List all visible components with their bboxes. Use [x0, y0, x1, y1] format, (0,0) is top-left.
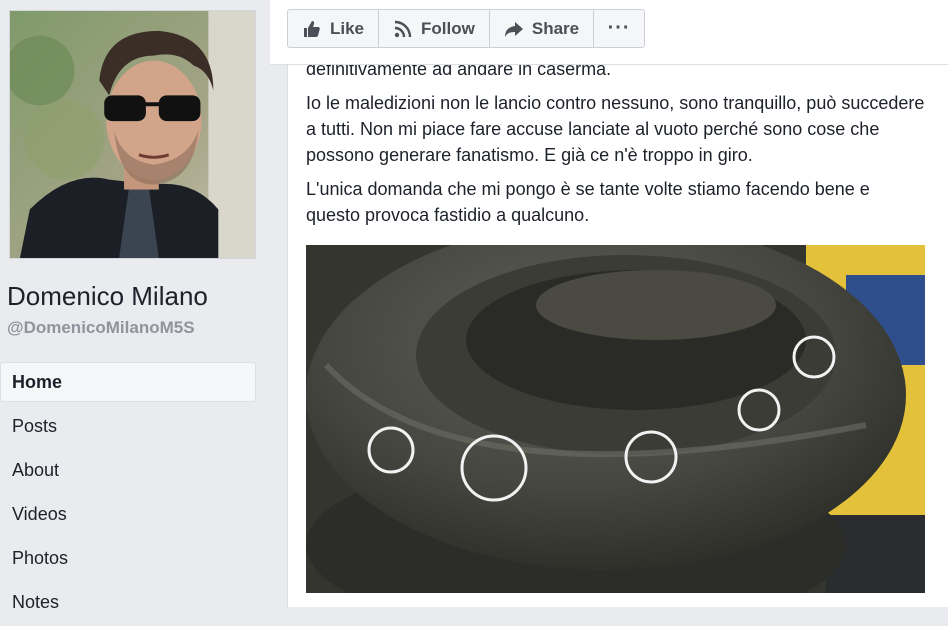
page-name[interactable]: Domenico Milano — [7, 281, 208, 312]
action-button-group: Like Follow Share ··· — [287, 9, 646, 48]
post-card: definitivamente ad andare in caserma. Io… — [287, 0, 948, 607]
nav-item-posts[interactable]: Posts — [0, 406, 256, 446]
nav-item-photos[interactable]: Photos — [0, 538, 256, 578]
nav-item-notes[interactable]: Notes — [0, 582, 256, 622]
post-photo[interactable] — [306, 245, 925, 593]
nav-item-about[interactable]: About — [0, 450, 256, 490]
post-paragraph: L'unica domanda che mi pongo è se tante … — [306, 179, 870, 225]
post-paragraph: Io le maledizioni non le lancio contro n… — [306, 93, 925, 165]
page-action-bar: Like Follow Share ··· — [270, 0, 948, 65]
thumbs-up-icon — [302, 19, 322, 39]
like-button[interactable]: Like — [288, 10, 380, 47]
post-text: definitivamente ad andare in caserma. Io… — [306, 56, 926, 236]
share-arrow-icon — [504, 19, 524, 39]
main-content: definitivamente ad andare in caserma. Io… — [270, 0, 948, 607]
share-button[interactable]: Share — [490, 10, 595, 47]
page-sidebar: Domenico Milano @DomenicoMilanoM5S Home … — [0, 0, 270, 612]
page-handle[interactable]: @DomenicoMilanoM5S — [7, 318, 195, 338]
nav-item-videos[interactable]: Videos — [0, 494, 256, 534]
profile-picture[interactable] — [9, 10, 256, 259]
more-options-icon: ··· — [607, 17, 631, 39]
rss-icon — [393, 19, 413, 39]
nav-item-home[interactable]: Home — [0, 362, 256, 402]
follow-button[interactable]: Follow — [379, 10, 490, 47]
follow-label: Follow — [421, 18, 475, 38]
share-label: Share — [531, 18, 580, 38]
more-options-button[interactable]: ··· — [594, 10, 644, 47]
page-nav: Home Posts About Videos Photos Notes — [0, 362, 256, 626]
profile-photo-illustration — [10, 11, 255, 258]
tire-photo-illustration — [306, 245, 925, 593]
like-label: Like — [330, 18, 365, 38]
